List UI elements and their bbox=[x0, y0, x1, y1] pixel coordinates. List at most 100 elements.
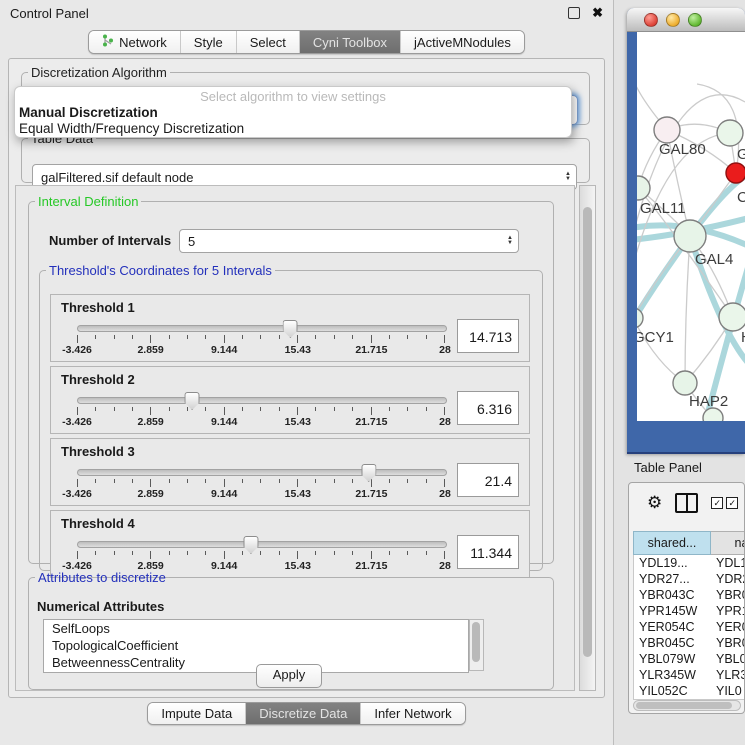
tick-mark bbox=[389, 551, 390, 555]
network-node-node-top-right[interactable] bbox=[717, 120, 743, 146]
gear-icon[interactable]: ⚙ bbox=[647, 495, 662, 512]
close-icon[interactable]: ✖ bbox=[592, 5, 603, 21]
algorithm-option-equal-width-frequency-discretization[interactable]: Equal Width/Frequency Discretization bbox=[15, 121, 571, 137]
cell-shared-name: YBL079W bbox=[634, 651, 712, 667]
list-item-topologicalcoefficient[interactable]: TopologicalCoefficient bbox=[44, 637, 468, 654]
tick-label: -3.426 bbox=[62, 488, 92, 500]
table-row[interactable]: YBL079WYBL0 bbox=[634, 651, 745, 667]
network-icon bbox=[102, 34, 114, 50]
algorithm-hint-item[interactable]: Select algorithm to view settings bbox=[15, 89, 571, 105]
scrollbar-thumb[interactable] bbox=[583, 207, 592, 657]
scrollbar-thumb[interactable] bbox=[636, 702, 732, 709]
tick-mark bbox=[205, 479, 206, 483]
checkbox-checked-icon[interactable]: ✓ bbox=[726, 497, 738, 509]
column-header-shared-name[interactable]: shared... bbox=[633, 531, 711, 555]
slider-track[interactable] bbox=[77, 469, 447, 476]
attributes-list-scrollbar[interactable] bbox=[469, 619, 484, 671]
tick-mark bbox=[224, 551, 225, 559]
table-row[interactable]: YBR045CYBR0 bbox=[634, 635, 745, 651]
tick-mark bbox=[224, 407, 225, 415]
tick-mark bbox=[169, 407, 170, 411]
threshold-slider[interactable]: -3.4262.8599.14415.4321.71528 bbox=[77, 325, 445, 356]
algorithm-dropdown-popup: Select algorithm to view settings Manual… bbox=[14, 86, 572, 138]
threshold-label: Threshold 3 bbox=[61, 444, 135, 459]
tick-mark bbox=[315, 551, 316, 555]
number-of-intervals-value: 5 bbox=[188, 234, 502, 249]
table-data-value: galFiltered.sif default node bbox=[41, 170, 560, 185]
number-of-intervals-combobox[interactable]: 5 ▲▼ bbox=[179, 229, 519, 253]
close-traffic-light-icon[interactable] bbox=[644, 13, 658, 27]
tick-mark bbox=[407, 551, 408, 555]
stepper-arrows-icon[interactable]: ▲▼ bbox=[560, 172, 576, 182]
tick-mark bbox=[114, 335, 115, 339]
table-row[interactable]: YLR345WYLR3 bbox=[634, 667, 745, 683]
algorithm-option-manual-discretization[interactable]: Manual Discretization bbox=[15, 105, 571, 121]
tab-infer-network[interactable]: Infer Network bbox=[360, 703, 464, 724]
network-node-gal4[interactable] bbox=[674, 220, 706, 252]
tab-impute-data[interactable]: Impute Data bbox=[148, 703, 245, 724]
tick-mark bbox=[444, 479, 445, 487]
tick-mark bbox=[77, 407, 78, 415]
tick-mark bbox=[279, 479, 280, 483]
numerical-attributes-label: Numerical Attributes bbox=[37, 599, 164, 614]
network-node-node-red[interactable] bbox=[726, 163, 745, 183]
tick-mark bbox=[224, 335, 225, 343]
split-view-icon[interactable] bbox=[675, 493, 698, 513]
node-table: shared... na YDL19...YDL1YDR27...YDR2YBR… bbox=[633, 531, 745, 700]
table-row[interactable]: YDL19...YDL1 bbox=[634, 555, 745, 571]
node-label-ga: GA bbox=[737, 146, 745, 163]
list-item-selfloops[interactable]: SelfLoops bbox=[44, 620, 468, 637]
table-horizontal-scrollbar[interactable] bbox=[633, 700, 741, 711]
tick-mark bbox=[187, 479, 188, 483]
apply-button[interactable]: Apply bbox=[256, 664, 322, 688]
checkbox-checked-icon[interactable]: ✓ bbox=[711, 497, 723, 509]
float-window-icon[interactable] bbox=[568, 7, 580, 19]
minimize-traffic-light-icon[interactable] bbox=[666, 13, 680, 27]
slider-track[interactable] bbox=[77, 325, 447, 332]
table-row[interactable]: YBR043CYBR0 bbox=[634, 587, 745, 603]
cell-name: YDR2 bbox=[712, 571, 745, 587]
network-node-node-h[interactable] bbox=[719, 303, 745, 331]
tick-mark bbox=[297, 551, 298, 559]
interval-definition-group: Interval Definition Number of Intervals … bbox=[28, 194, 554, 564]
threshold-value-field[interactable]: 21.4 bbox=[457, 463, 519, 497]
threshold-slider[interactable]: -3.4262.8599.14415.4321.71528 bbox=[77, 541, 445, 572]
network-node-hap2[interactable] bbox=[673, 371, 697, 395]
stepper-arrows-icon[interactable]: ▲▼ bbox=[502, 236, 518, 246]
threshold-value-field[interactable]: 6.316 bbox=[457, 391, 519, 425]
threshold-slider[interactable]: -3.4262.8599.14415.4321.71528 bbox=[77, 397, 445, 428]
table-row[interactable]: YIL052CYIL0 bbox=[634, 683, 745, 699]
scrollbar-thumb[interactable] bbox=[472, 622, 480, 662]
network-edge[interactable] bbox=[685, 236, 690, 383]
threshold-slider[interactable]: -3.4262.8599.14415.4321.71528 bbox=[77, 469, 445, 500]
threshold-value-field[interactable]: 11.344 bbox=[457, 535, 519, 569]
numerical-attributes-list[interactable]: SelfLoopsTopologicalCoefficientBetweenne… bbox=[43, 619, 469, 673]
zoom-traffic-light-icon[interactable] bbox=[688, 13, 702, 27]
table-row[interactable]: YER054CYER0 bbox=[634, 619, 745, 635]
tick-mark bbox=[242, 551, 243, 555]
tab-style[interactable]: Style bbox=[180, 31, 236, 53]
tick-label: 15.43 bbox=[285, 488, 311, 500]
tick-mark bbox=[224, 479, 225, 487]
settings-vertical-scrollbar[interactable] bbox=[579, 185, 596, 691]
network-node-gal80[interactable] bbox=[654, 117, 680, 143]
slider-track[interactable] bbox=[77, 541, 447, 548]
tab-jactivemnodules[interactable]: jActiveMNodules bbox=[400, 31, 524, 53]
tab-discretize-data[interactable]: Discretize Data bbox=[245, 703, 360, 724]
slider-track[interactable] bbox=[77, 397, 447, 404]
network-canvas[interactable]: GAL80GACGAL11GAL4GCY1HHAP2 bbox=[637, 32, 745, 421]
tick-label: 15.43 bbox=[285, 344, 311, 356]
tab-select[interactable]: Select bbox=[236, 31, 299, 53]
cell-name: YDL1 bbox=[712, 555, 745, 571]
table-row[interactable]: YDR27...YDR2 bbox=[634, 571, 745, 587]
tab-label: Infer Network bbox=[374, 706, 451, 721]
tick-mark bbox=[169, 479, 170, 483]
tab-network[interactable]: Network bbox=[89, 31, 180, 53]
column-header-name[interactable]: na bbox=[711, 531, 745, 555]
network-window-titlebar[interactable] bbox=[627, 8, 745, 32]
tab-cyni-toolbox[interactable]: Cyni Toolbox bbox=[299, 31, 400, 53]
threshold-value-field[interactable]: 14.713 bbox=[457, 319, 519, 353]
tab-label: Select bbox=[250, 35, 286, 50]
table-toolbar: ⚙ ✓ ✓ bbox=[629, 483, 744, 523]
table-row[interactable]: YPR145WYPR1 bbox=[634, 603, 745, 619]
